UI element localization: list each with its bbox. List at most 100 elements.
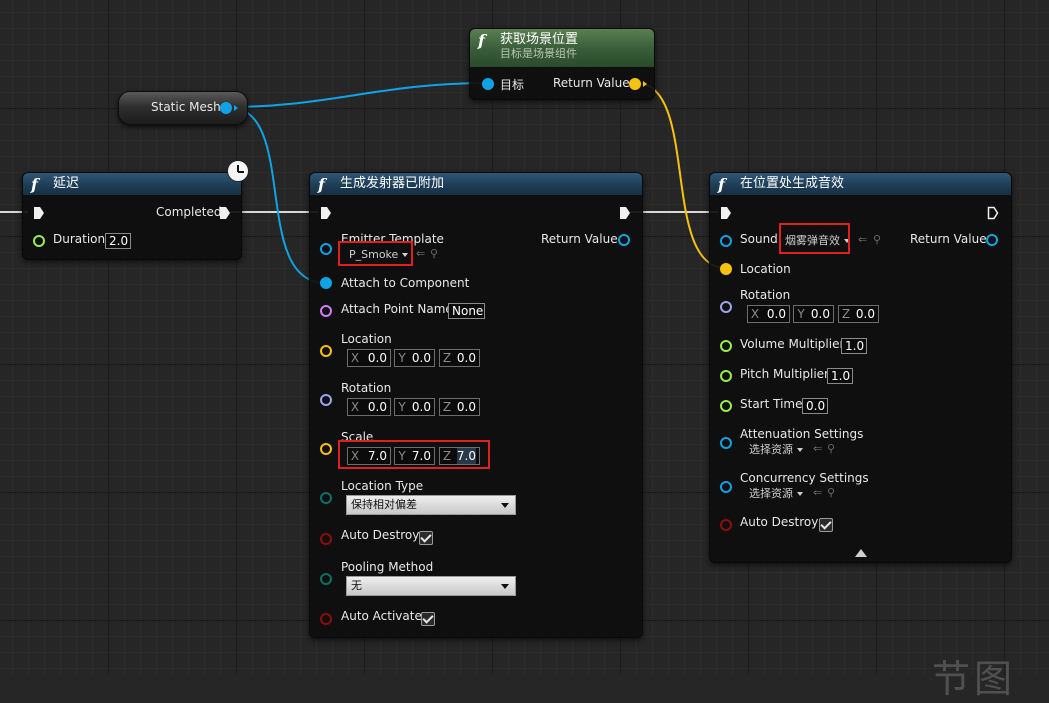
emitter-exec-in-pin[interactable] — [320, 206, 332, 220]
sound-rotation-z-input[interactable]: Z 0.0 — [838, 305, 879, 323]
sound-auto-destroy-pin[interactable] — [720, 519, 732, 531]
sound-rotation-x-input[interactable]: X 0.0 — [747, 305, 790, 323]
static-mesh-output-pin[interactable] — [220, 102, 232, 114]
location-y-input[interactable]: Y 0.0 — [394, 349, 435, 367]
start-time-input[interactable]: 0.0 — [802, 398, 828, 414]
sound-exec-in-pin[interactable] — [720, 206, 732, 220]
duration-input[interactable]: 2.0 — [105, 233, 131, 249]
start-time-pin[interactable] — [720, 400, 732, 412]
concurrency-settings-pin[interactable] — [720, 481, 732, 493]
scale-highlight-box — [338, 440, 490, 469]
sound-rotation-pin[interactable] — [720, 301, 732, 313]
auto-activate-checkbox[interactable] — [421, 612, 435, 626]
location-x-input[interactable]: X 0.0 — [347, 349, 391, 367]
delay-exec-in-pin[interactable] — [33, 206, 45, 220]
spawn-sound-title: 在位置处生成音效 — [740, 176, 845, 191]
sound-location-pin[interactable] — [720, 263, 732, 275]
sound-highlight-box — [779, 223, 850, 254]
emitter-template-highlight-box — [338, 241, 413, 266]
attenuation-settings-value: 选择资源 — [749, 443, 793, 456]
axis-x-label: X — [750, 307, 760, 321]
browse-search-icon[interactable]: ⚲ — [430, 247, 438, 260]
rotation-x-input[interactable]: X 0.0 — [347, 398, 391, 416]
pooling-method-pin[interactable] — [320, 573, 332, 585]
attenuation-settings-pin[interactable] — [720, 437, 732, 449]
attenuation-settings-asset-picker[interactable]: 选择资源 — [749, 442, 803, 458]
function-icon: f — [318, 175, 325, 194]
location-y-value: 0.0 — [411, 351, 431, 365]
sound-rotation-z-value: 0.0 — [855, 307, 875, 321]
sound-rotation-y-value: 0.0 — [810, 307, 830, 321]
attach-point-name-input[interactable]: None — [448, 303, 485, 319]
static-mesh-pin-arrow-icon — [234, 105, 238, 111]
scale-pin[interactable] — [320, 443, 332, 455]
location-z-input[interactable]: Z 0.0 — [439, 349, 480, 367]
use-selected-arrow-icon[interactable]: ⇐ — [813, 486, 822, 499]
pitch-multiplier-pin[interactable] — [720, 370, 732, 382]
get-location-return-pin[interactable] — [629, 78, 641, 90]
pooling-method-dropdown[interactable]: 无 — [346, 576, 516, 596]
location-label: Location — [341, 332, 392, 346]
location-type-pin[interactable] — [320, 492, 332, 504]
axis-z-label: Z — [442, 351, 452, 365]
use-selected-arrow-icon[interactable]: ⇐ — [813, 442, 822, 455]
emitter-exec-out-pin[interactable] — [619, 206, 631, 220]
rotation-y-input[interactable]: Y 0.0 — [394, 398, 435, 416]
sound-exec-out-pin[interactable] — [987, 206, 999, 220]
pitch-multiplier-input[interactable]: 1.0 — [827, 368, 853, 384]
sound-auto-destroy-checkbox[interactable] — [819, 518, 833, 532]
axis-y-label: Y — [797, 307, 805, 321]
attach-point-name-pin[interactable] — [320, 305, 332, 317]
emitter-template-pin[interactable] — [320, 243, 332, 255]
location-type-value: 保持相对偏差 — [351, 498, 417, 511]
collapse-advanced-arrow-icon[interactable] — [855, 549, 867, 557]
latent-clock-icon — [227, 160, 249, 182]
rotation-pin[interactable] — [320, 394, 332, 406]
delay-node[interactable]: f 延迟 Completed Duration 2.0 — [22, 172, 242, 260]
get-world-location-node[interactable]: f 获取场景位置 目标是场景组件 目标 Return Value — [469, 28, 655, 100]
auto-activate-pin[interactable] — [320, 613, 332, 625]
auto-destroy-pin[interactable] — [320, 533, 332, 545]
location-type-dropdown[interactable]: 保持相对偏差 — [346, 495, 516, 515]
attach-point-name-label: Attach Point Name — [341, 302, 453, 316]
duration-label: Duration — [53, 232, 106, 246]
volume-multiplier-pin[interactable] — [720, 340, 732, 352]
axis-x-label: X — [350, 400, 360, 414]
sound-return-pin[interactable] — [986, 234, 998, 246]
rotation-x-value: 0.0 — [367, 400, 387, 414]
attach-to-component-pin[interactable] — [320, 277, 332, 289]
return-pin-arrow-icon — [643, 81, 647, 87]
axis-z-label: Z — [841, 307, 851, 321]
location-pin[interactable] — [320, 345, 332, 357]
attenuation-settings-label: Attenuation Settings — [740, 427, 864, 441]
emitter-return-label: Return Value — [541, 232, 618, 246]
axis-y-label: Y — [398, 400, 406, 414]
sound-rotation-y-input[interactable]: Y 0.0 — [793, 305, 834, 323]
get-world-location-header[interactable]: f 获取场景位置 目标是场景组件 — [470, 29, 654, 67]
concurrency-settings-asset-picker[interactable]: 选择资源 — [749, 486, 803, 502]
use-selected-arrow-icon[interactable]: ⇐ — [416, 247, 425, 260]
delay-header[interactable]: f 延迟 — [23, 173, 241, 195]
target-input-pin[interactable] — [482, 78, 494, 90]
spawn-sound-header[interactable]: f 在位置处生成音效 — [710, 173, 1011, 195]
browse-search-icon[interactable]: ⚲ — [827, 486, 835, 499]
axis-x-label: X — [350, 351, 360, 365]
start-time-label: Start Time — [740, 397, 803, 411]
static-mesh-label: Static Mesh — [151, 100, 221, 114]
sound-pin[interactable] — [720, 235, 732, 247]
rotation-y-value: 0.0 — [411, 400, 431, 414]
auto-destroy-checkbox[interactable] — [419, 531, 433, 545]
spawn-sound-at-location-node[interactable]: f 在位置处生成音效 Sound 烟雾弹音效 ⇐ ⚲ Return Value … — [709, 172, 1012, 563]
rotation-z-input[interactable]: Z 0.0 — [439, 398, 480, 416]
duration-pin[interactable] — [33, 235, 45, 247]
emitter-return-pin[interactable] — [618, 234, 630, 246]
use-selected-arrow-icon[interactable]: ⇐ — [858, 233, 867, 246]
sound-label: Sound — [740, 232, 778, 246]
completed-exec-out-pin[interactable] — [219, 206, 231, 220]
volume-multiplier-input[interactable]: 1.0 — [841, 338, 867, 354]
browse-search-icon[interactable]: ⚲ — [873, 233, 881, 246]
spawn-emitter-header[interactable]: f 生成发射器已附加 — [310, 173, 642, 195]
spawn-emitter-title: 生成发射器已附加 — [340, 176, 445, 191]
browse-search-icon[interactable]: ⚲ — [827, 442, 835, 455]
static-mesh-variable-node[interactable]: Static Mesh — [118, 91, 248, 125]
